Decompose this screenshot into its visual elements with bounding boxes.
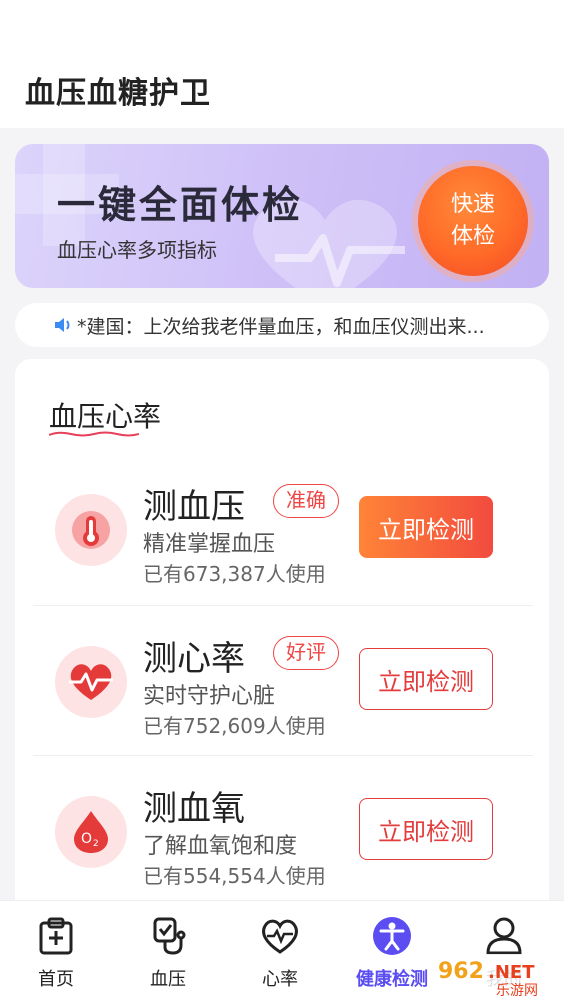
svg-text:.NET: .NET [488,962,535,983]
tab-home[interactable]: 首页 [0,915,112,991]
tab-label: 心率 [262,969,298,990]
item-users: 已有673,387人使用 [143,562,326,586]
tab-label: 血压 [150,969,186,990]
item-tag: 准确 [273,484,339,518]
item-name: 测血压 [143,487,245,527]
title-underline [49,431,139,437]
svg-text:2: 2 [93,839,99,849]
quick-button-line2: 体检 [450,224,495,249]
oxygen-drop-icon: O 2 [55,796,127,868]
tab-blood-pressure[interactable]: 血压 [112,915,224,991]
banner-subtitle: 血压心率多项指标 [57,238,217,262]
tab-heart-rate[interactable]: 心率 [224,915,336,991]
item-name: 测心率 [143,639,245,679]
item-users: 已有554,554人使用 [143,864,326,888]
item-tag: 好评 [273,636,339,670]
header: 血压血糖护卫 [0,0,564,128]
quick-checkup-button[interactable]: 快速 体检 [418,166,528,276]
heartbeat-icon [55,646,127,718]
list-item-blood-oxygen[interactable]: O 2 测血氧 了解血氧饱和度 已有554,554人使用 立即检测 [33,755,533,905]
item-desc: 实时守护心脏 [143,684,276,709]
check-now-button[interactable]: 立即检测 [359,798,493,860]
heart-pulse-icon [262,919,298,954]
banner-headline: 一键全面体检 [57,183,304,227]
quick-button-line1: 快速 [450,192,495,217]
notice-text: *建国：上次给我老伴量血压，和血压仪测出来... [77,315,485,338]
medical-kit-icon [39,917,73,955]
item-users: 已有752,609人使用 [143,714,326,738]
thermometer-icon [55,494,127,566]
svg-text:962: 962 [438,959,484,984]
tab-label: 健康检测 [356,969,428,990]
item-name: 测血氧 [143,789,245,829]
notice-bar[interactable]: *建国：上次给我老伴量血压，和血压仪测出来... [15,303,549,347]
stethoscope-icon [153,917,186,955]
accessibility-icon [373,917,411,955]
check-now-button[interactable]: 立即检测 [359,648,493,710]
item-desc: 精准掌握血压 [143,532,276,557]
page-title: 血压血糖护卫 [25,76,211,111]
speaker-icon [55,318,70,332]
tab-label: 首页 [38,969,74,990]
blood-pressure-heart-card: 血压心率 测血压 准确 精准掌握血压 已有673,387人使用 立即检测 测心率… [15,359,549,919]
list-item-blood-pressure[interactable]: 测血压 准确 精准掌握血压 已有673,387人使用 立即检测 [33,454,533,604]
svg-text:O: O [81,831,92,847]
check-now-button[interactable]: 立即检测 [359,496,493,558]
list-item-heart-rate[interactable]: 测心率 好评 实时守护心脏 已有752,609人使用 立即检测 [33,605,533,755]
section-title: 血压心率 [49,395,161,437]
watermark-logo: 962 .NET 乐游网 [430,954,562,999]
item-desc: 了解血氧饱和度 [143,834,298,859]
svg-text:乐游网: 乐游网 [496,983,538,999]
